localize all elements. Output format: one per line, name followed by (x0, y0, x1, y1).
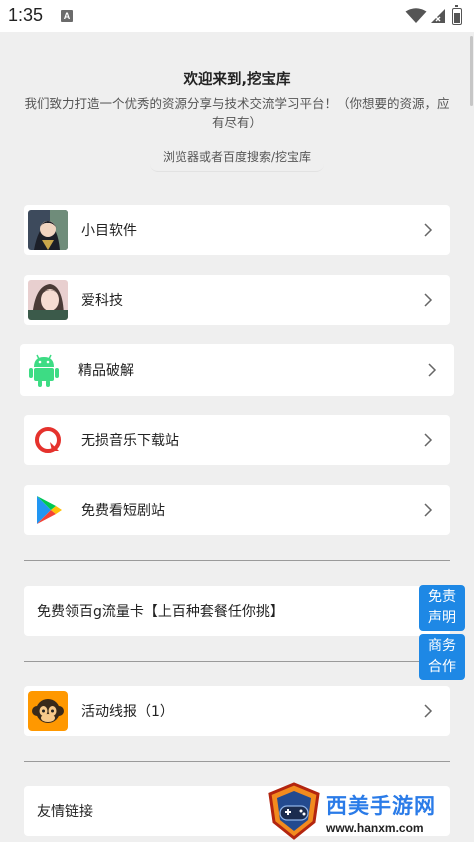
chevron-right-icon (424, 704, 433, 718)
card-label: 免费看短剧站 (81, 503, 165, 519)
page-description: 我们致力打造一个优秀的资源分享与技术交流学习平台！（你想要的资源，应有尽有） (24, 96, 450, 130)
friend-links-label: 友情链接 (37, 804, 93, 820)
monkey-icon (28, 691, 68, 731)
activity-card[interactable]: 活动线报（1） (24, 686, 450, 736)
chevron-right-icon (424, 433, 433, 447)
link-card-xiaomu[interactable]: 小目软件 (24, 205, 450, 255)
button-line: 声明 (428, 610, 456, 626)
chevron-right-icon (424, 293, 433, 307)
link-card-aikeji[interactable]: 爱科技 (24, 275, 450, 325)
anime-avatar-image (28, 210, 68, 250)
search-hint: 浏览器或者百度搜索/挖宝库 (150, 146, 324, 172)
button-line: 免责 (428, 589, 456, 605)
button-line: 商务 (428, 638, 456, 654)
red-circle-logo-icon (28, 420, 68, 460)
chevron-right-icon (428, 363, 437, 377)
divider (24, 661, 450, 662)
status-bar: 1:35 A (0, 0, 474, 32)
watermark-name: 西美手游网 (326, 794, 436, 818)
play-store-icon (28, 490, 68, 530)
card-label: 活动线报（1） (81, 704, 174, 720)
link-card-drama[interactable]: 免费看短剧站 (24, 485, 450, 535)
business-button[interactable]: 商务 合作 (419, 634, 465, 680)
notification-icon: A (61, 10, 73, 22)
battery-icon (452, 5, 462, 25)
watermark-url: www.hanxm.com (326, 821, 424, 835)
wifi-icon (405, 8, 427, 23)
button-line: 合作 (428, 659, 456, 675)
promo-card[interactable]: 免费领百g流量卡【上百种套餐任你挑】 (24, 586, 450, 636)
divider (24, 560, 450, 561)
link-card-music[interactable]: 无损音乐下载站 (24, 415, 450, 465)
status-time: 1:35 (8, 5, 44, 25)
android-robot-icon (24, 350, 64, 390)
chevron-right-icon (424, 503, 433, 517)
site-watermark: 西美手游网 www.hanxm.com (262, 780, 474, 842)
divider (24, 761, 450, 762)
card-label: 爱科技 (81, 293, 123, 309)
chevron-right-icon (424, 223, 433, 237)
card-label: 无损音乐下载站 (81, 433, 179, 449)
page-title: 欢迎来到,挖宝库 (183, 72, 291, 88)
girl-avatar-image (28, 280, 68, 320)
promo-label: 免费领百g流量卡【上百种套餐任你挑】 (37, 604, 284, 620)
disclaimer-button[interactable]: 免责 声明 (419, 585, 465, 631)
card-label: 精品破解 (78, 363, 134, 379)
card-label: 小目软件 (81, 223, 137, 239)
gamepad-shield-logo (268, 782, 320, 840)
link-card-jingpin[interactable]: 精品破解 (20, 344, 454, 396)
signal-icon (431, 9, 445, 23)
